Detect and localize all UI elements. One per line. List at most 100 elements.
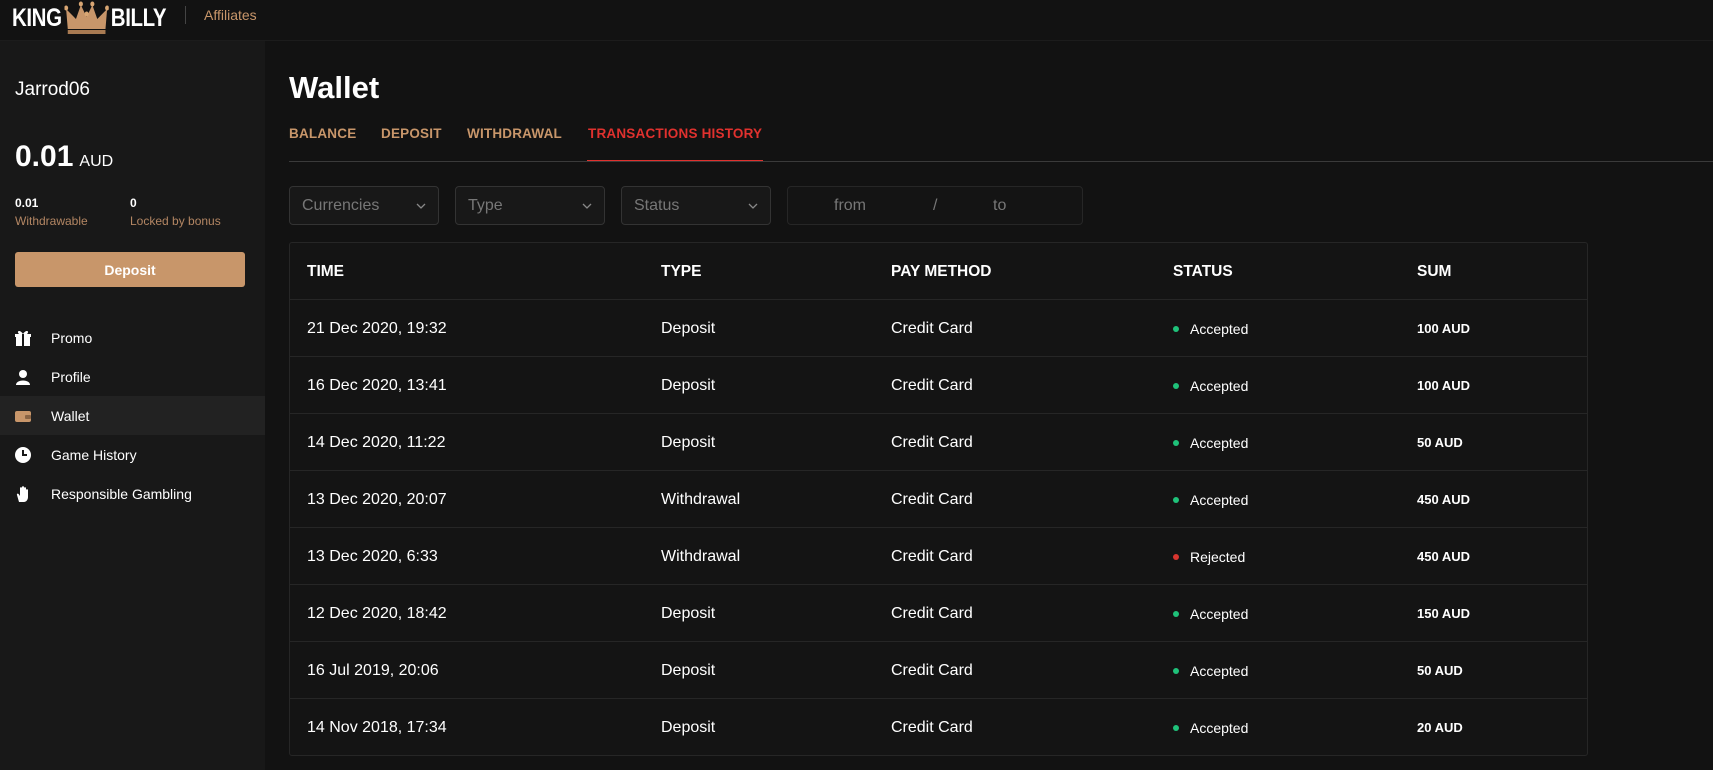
type-select-value: Type bbox=[468, 196, 503, 214]
sidebar-item-promo[interactable]: Promo bbox=[0, 318, 265, 357]
date-separator: / bbox=[933, 197, 938, 214]
status-text: Accepted bbox=[1190, 434, 1249, 451]
wallet-icon bbox=[13, 406, 33, 426]
cell-pay-method: Credit Card bbox=[891, 718, 973, 736]
king-billy-logo[interactable]: KING BILLY bbox=[12, 0, 167, 36]
sidebar-item-label: Profile bbox=[51, 368, 91, 385]
locked-balance: 0 Locked by bonus bbox=[130, 196, 221, 228]
status-dot bbox=[1173, 325, 1179, 332]
date-range-filter[interactable]: from / to bbox=[787, 186, 1083, 225]
table-row: 16 Jul 2019, 20:06 Deposit Credit Card Acce… bbox=[290, 642, 1587, 699]
sidebar-item-responsible-gambling[interactable]: Responsible Gambling bbox=[0, 474, 265, 513]
cell-status: Accepted bbox=[1173, 471, 1248, 528]
chevron-down-icon bbox=[416, 203, 426, 209]
currencies-select[interactable]: Currencies bbox=[289, 186, 439, 225]
gift-icon bbox=[13, 328, 33, 348]
cell-pay-method: Credit Card bbox=[891, 490, 973, 508]
cell-type: Deposit bbox=[661, 376, 716, 394]
sidebar-item-label: Responsible Gambling bbox=[51, 485, 192, 502]
cell-time: 14 Dec 2020, 11:22 bbox=[307, 433, 446, 451]
affiliates-link[interactable]: Affiliates bbox=[204, 7, 257, 23]
cell-pay-method: Credit Card bbox=[891, 547, 973, 565]
status-select[interactable]: Status bbox=[621, 186, 771, 225]
tab-balance[interactable]: BALANCE bbox=[289, 126, 356, 141]
cell-status: Accepted bbox=[1173, 300, 1248, 357]
cell-time: 16 Dec 2020, 13:41 bbox=[307, 376, 447, 394]
status-dot bbox=[1173, 667, 1179, 674]
type-select[interactable]: Type bbox=[455, 186, 605, 225]
column-header-sum: SUM bbox=[1417, 262, 1452, 280]
cell-status: Accepted bbox=[1173, 414, 1248, 471]
column-header-type: TYPE bbox=[661, 262, 702, 280]
clock-icon bbox=[13, 445, 33, 465]
cell-time: 16 Jul 2019, 20:06 bbox=[307, 661, 439, 679]
logo-divider bbox=[185, 6, 186, 24]
sidebar: Jarrod06 0.01 AUD 0.01 Withdrawable 0 Loc… bbox=[0, 41, 265, 770]
cell-time: 13 Dec 2020, 6:33 bbox=[307, 547, 438, 565]
logo-text-right: BILLY bbox=[110, 3, 167, 32]
cell-sum: 100 AUD bbox=[1417, 321, 1470, 336]
table-header: TIME TYPE PAY METHOD STATUS SUM bbox=[290, 243, 1587, 300]
top-bar: KING BILLY Affiliates bbox=[0, 0, 1713, 41]
cell-time: 14 Nov 2018, 17:34 bbox=[307, 718, 447, 736]
date-from-field[interactable]: from bbox=[834, 197, 866, 215]
transactions-table: TIME TYPE PAY METHOD STATUS SUM 21 Dec 2… bbox=[289, 242, 1588, 756]
status-dot bbox=[1173, 610, 1179, 617]
sidebar-item-label: Promo bbox=[51, 329, 93, 346]
sidebar-item-wallet[interactable]: Wallet bbox=[0, 396, 265, 435]
cell-time: 12 Dec 2020, 18:42 bbox=[307, 604, 447, 622]
cell-sum: 50 AUD bbox=[1417, 663, 1463, 678]
cell-sum: 50 AUD bbox=[1417, 435, 1463, 450]
table-row: 14 Dec 2020, 11:22 Deposit Credit Card Acce… bbox=[290, 414, 1587, 471]
sidebar-item-label: Wallet bbox=[51, 407, 90, 424]
hand-icon bbox=[13, 484, 33, 504]
deposit-button[interactable]: Deposit bbox=[15, 252, 245, 287]
table-row: 14 Nov 2018, 17:34 Deposit Credit Card Acce… bbox=[290, 699, 1587, 756]
locked-label: Locked by bonus bbox=[130, 214, 221, 228]
date-to-field[interactable]: to bbox=[993, 197, 1006, 215]
status-dot bbox=[1173, 724, 1179, 731]
cell-type: Withdrawal bbox=[661, 490, 741, 508]
cell-type: Deposit bbox=[661, 718, 716, 736]
status-text: Accepted bbox=[1190, 719, 1249, 736]
balance-amount: 0.01 bbox=[15, 140, 74, 173]
username: Jarrod06 bbox=[15, 79, 90, 100]
cell-time: 13 Dec 2020, 20:07 bbox=[307, 490, 447, 508]
cell-time: 21 Dec 2020, 19:32 bbox=[307, 319, 447, 337]
table-row: 21 Dec 2020, 19:32 Deposit Credit Card Acce… bbox=[290, 300, 1587, 357]
status-text: Rejected bbox=[1190, 548, 1246, 565]
cell-status: Accepted bbox=[1173, 642, 1248, 699]
cell-sum: 450 AUD bbox=[1417, 549, 1470, 564]
cell-status: Accepted bbox=[1173, 585, 1248, 642]
chevron-down-icon bbox=[748, 203, 758, 209]
balance-currency: AUD bbox=[79, 153, 114, 170]
sidebar-item-profile[interactable]: Profile bbox=[0, 357, 265, 396]
status-text: Accepted bbox=[1190, 662, 1249, 679]
table-row: 16 Dec 2020, 13:41 Deposit Credit Card Acce… bbox=[290, 357, 1587, 414]
status-text: Accepted bbox=[1190, 605, 1249, 622]
status-text: Accepted bbox=[1190, 491, 1249, 508]
chevron-down-icon bbox=[582, 203, 592, 209]
cell-type: Deposit bbox=[661, 604, 716, 622]
cell-pay-method: Credit Card bbox=[891, 604, 973, 622]
column-header-status: STATUS bbox=[1173, 262, 1233, 280]
cell-pay-method: Credit Card bbox=[891, 319, 973, 337]
status-dot bbox=[1173, 496, 1179, 503]
cell-pay-method: Credit Card bbox=[891, 376, 973, 394]
tab-deposit[interactable]: DEPOSIT bbox=[381, 126, 442, 141]
withdrawable-value: 0.01 bbox=[15, 196, 39, 210]
status-text: Accepted bbox=[1190, 320, 1249, 337]
cell-type: Deposit bbox=[661, 319, 716, 337]
status-dot bbox=[1173, 382, 1179, 389]
sidebar-item-game-history[interactable]: Game History bbox=[0, 435, 265, 474]
status-select-value: Status bbox=[634, 196, 680, 214]
tab-transactions-history[interactable]: TRANSACTIONS HISTORY bbox=[588, 126, 762, 141]
cell-status: Rejected bbox=[1173, 528, 1245, 585]
sidebar-item-label: Game History bbox=[51, 446, 137, 463]
column-header-time: TIME bbox=[307, 262, 345, 280]
cell-type: Deposit bbox=[661, 433, 716, 451]
withdrawable-label: Withdrawable bbox=[15, 214, 88, 228]
cell-sum: 20 AUD bbox=[1417, 720, 1463, 735]
tab-withdrawal[interactable]: WITHDRAWAL bbox=[467, 126, 562, 141]
status-text: Accepted bbox=[1190, 377, 1249, 394]
